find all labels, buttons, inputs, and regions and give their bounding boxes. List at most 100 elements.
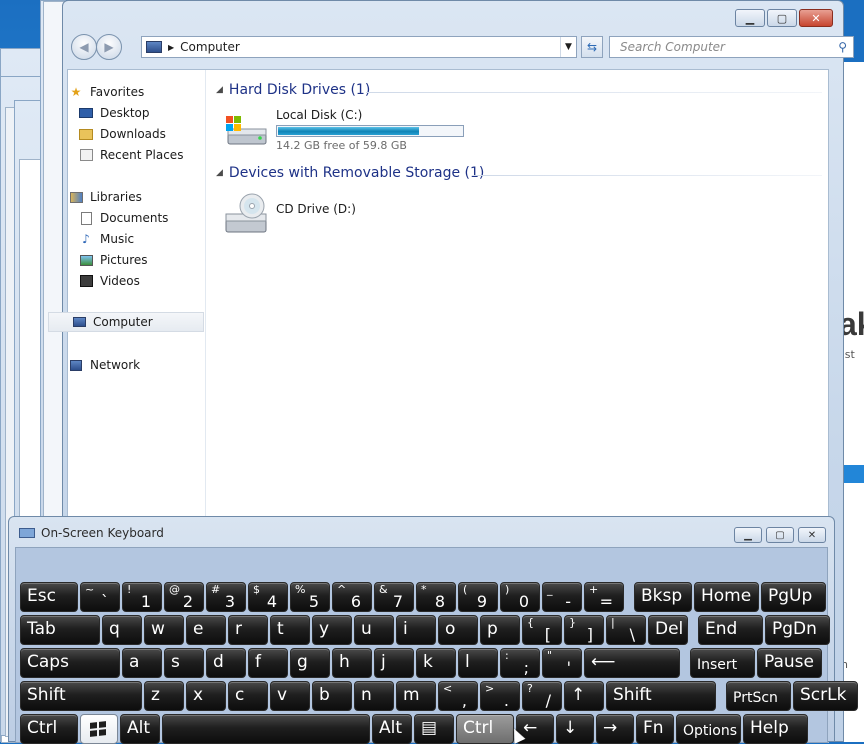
key-space[interactable]	[162, 714, 370, 744]
key-symbol-1-13[interactable]: | \	[606, 615, 646, 645]
key-symbol-3-10[interactable]: ? /	[522, 681, 562, 711]
key-alt[interactable]: Alt	[120, 714, 160, 744]
group-header-hard-disks[interactable]: ◢ Hard Disk Drives (1)	[216, 82, 370, 98]
key-n[interactable]: n	[354, 681, 394, 711]
key-i[interactable]: i	[396, 615, 436, 645]
key-del[interactable]: Del	[648, 615, 688, 645]
key-c[interactable]: c	[228, 681, 268, 711]
nav-music[interactable]: ♪ Music	[78, 229, 134, 249]
back-button[interactable]: ◀	[71, 34, 97, 60]
key-fn[interactable]: Fn	[636, 714, 674, 744]
key-symbol-2-11[interactable]: " '	[542, 648, 582, 678]
key-prtscn[interactable]: PrtScn	[726, 681, 791, 711]
key-bksp[interactable]: Bksp	[634, 582, 692, 612]
address-dropdown-icon[interactable]: ▼	[560, 37, 576, 57]
refresh-button[interactable]: ⇆	[581, 36, 603, 58]
nav-downloads[interactable]: Downloads	[78, 124, 166, 144]
key-o[interactable]: o	[438, 615, 478, 645]
key-d[interactable]: d	[206, 648, 246, 678]
nav-libraries[interactable]: Libraries	[68, 187, 142, 207]
key-caps[interactable]: Caps	[20, 648, 120, 678]
key-pgup[interactable]: PgUp	[761, 582, 826, 612]
key-end[interactable]: End	[698, 615, 763, 645]
key-e[interactable]: e	[186, 615, 226, 645]
key-8[interactable]: * 8	[416, 582, 456, 612]
key-0[interactable]: ) 0	[500, 582, 540, 612]
key-pause[interactable]: Pause	[757, 648, 822, 678]
nav-favorites[interactable]: ★ Favorites	[68, 82, 145, 102]
key-symbol-1-12[interactable]: }]	[564, 615, 604, 645]
search-input[interactable]	[618, 39, 828, 55]
nav-computer[interactable]: Computer	[48, 312, 204, 332]
key-9[interactable]: (9	[458, 582, 498, 612]
nav-documents[interactable]: Documents	[78, 208, 168, 228]
key-u[interactable]: u	[354, 615, 394, 645]
key-esc[interactable]: Esc	[20, 582, 78, 612]
key-1[interactable]: ! 1	[122, 582, 162, 612]
key-insert[interactable]: Insert	[690, 648, 755, 678]
key-symbol-4-8[interactable]: ↓	[556, 714, 594, 744]
breadcrumb-separator-icon[interactable]: ▶	[168, 43, 174, 52]
key-7[interactable]: & 7	[374, 582, 414, 612]
key-z[interactable]: z	[144, 681, 184, 711]
key-symbol-2-10[interactable]: :;	[500, 648, 540, 678]
key-j[interactable]: j	[374, 648, 414, 678]
key-k[interactable]: k	[416, 648, 456, 678]
key-ctrl[interactable]: Ctrl	[20, 714, 78, 744]
key-tab[interactable]: Tab	[20, 615, 100, 645]
key-t[interactable]: t	[270, 615, 310, 645]
nav-network[interactable]: Network	[68, 355, 140, 375]
close-button[interactable]: ✕	[799, 9, 833, 27]
key-scrlk[interactable]: ScrLk	[793, 681, 858, 711]
nav-videos[interactable]: Videos	[78, 271, 140, 291]
key-home[interactable]: Home	[694, 582, 759, 612]
key-ctrl[interactable]: Ctrl	[456, 714, 514, 744]
key-options[interactable]: Options	[676, 714, 741, 744]
maximize-button[interactable]: ▢	[767, 9, 797, 27]
key-g[interactable]: g	[290, 648, 330, 678]
key-x[interactable]: x	[186, 681, 226, 711]
key-windows[interactable]	[80, 714, 118, 744]
key-symbol-1-11[interactable]: {[	[522, 615, 562, 645]
collapse-triangle-icon[interactable]: ◢	[216, 85, 223, 95]
key-4[interactable]: $4	[248, 582, 288, 612]
nav-desktop[interactable]: Desktop	[78, 103, 150, 123]
key-pgdn[interactable]: PgDn	[765, 615, 830, 645]
key-shift[interactable]: Shift	[20, 681, 142, 711]
key-m[interactable]: m	[396, 681, 436, 711]
key-3[interactable]: #3	[206, 582, 246, 612]
key-symbol-3-9[interactable]: >.	[480, 681, 520, 711]
key-shift[interactable]: Shift	[606, 681, 716, 711]
key-q[interactable]: q	[102, 615, 142, 645]
collapse-triangle-icon[interactable]: ◢	[216, 168, 223, 178]
key-w[interactable]: w	[144, 615, 184, 645]
key-l[interactable]: l	[458, 648, 498, 678]
forward-button[interactable]: ▶	[96, 34, 122, 60]
drive-cd[interactable]: CD Drive (D:)	[222, 192, 356, 233]
key-f[interactable]: f	[248, 648, 288, 678]
osk-minimize-button[interactable]: ▁	[734, 527, 762, 543]
osk-maximize-button[interactable]: ▢	[766, 527, 794, 543]
key-2[interactable]: @2	[164, 582, 204, 612]
key-h[interactable]: h	[332, 648, 372, 678]
key-symbol-4-9[interactable]: →	[596, 714, 634, 744]
address-bar[interactable]: ▶ Computer ▼	[141, 36, 577, 58]
nav-pictures[interactable]: Pictures	[78, 250, 148, 270]
key-symbol-0-13[interactable]: + =	[584, 582, 624, 612]
key-a[interactable]: a	[122, 648, 162, 678]
nav-recent-places[interactable]: Recent Places	[78, 145, 183, 165]
key-help[interactable]: Help	[743, 714, 808, 744]
key-symbol-4-5[interactable]: ▤	[414, 714, 454, 744]
search-icon[interactable]: ⚲	[838, 40, 847, 54]
drive-local-disk[interactable]: Local Disk (C:) 14.2 GB free of 59.8 GB	[222, 108, 464, 152]
key-symbol-0-12[interactable]: _ -	[542, 582, 582, 612]
key-symbol-2-12[interactable]: ⟵	[584, 648, 680, 678]
osk-close-button[interactable]: ✕	[798, 527, 826, 543]
breadcrumb-computer[interactable]: Computer	[180, 40, 240, 54]
key-s[interactable]: s	[164, 648, 204, 678]
key-v[interactable]: v	[270, 681, 310, 711]
minimize-button[interactable]: ▁	[735, 9, 765, 27]
search-box[interactable]: ⚲	[609, 36, 854, 58]
key-alt[interactable]: Alt	[372, 714, 412, 744]
key-6[interactable]: ^ 6	[332, 582, 372, 612]
